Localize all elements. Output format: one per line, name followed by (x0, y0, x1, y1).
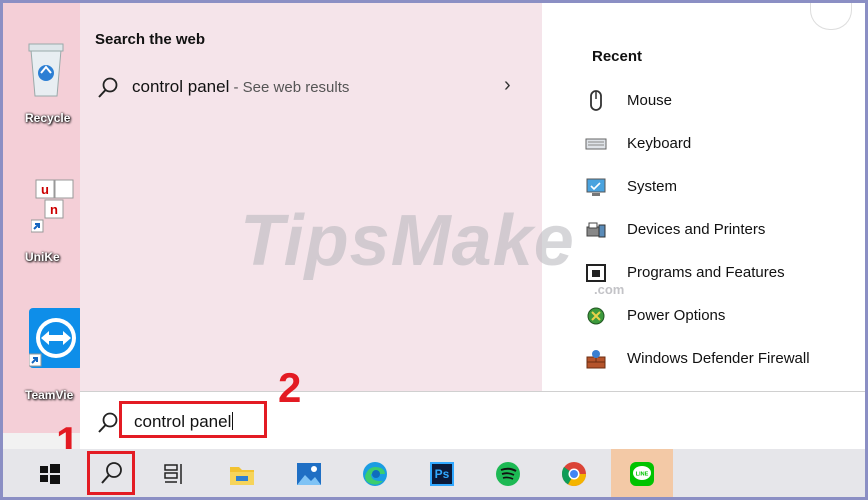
recent-item-label: Programs and Features (627, 264, 785, 281)
recent-item-label: Power Options (627, 307, 726, 324)
unikey-label: UniKe (25, 250, 60, 264)
web-result-suffix: - See web results (229, 79, 350, 96)
search-the-web-heading: Search the web (95, 31, 206, 48)
task-view-icon (164, 464, 182, 484)
line-button[interactable]: LINE (624, 456, 660, 492)
svg-text:n: n (50, 202, 58, 217)
start-button[interactable] (32, 456, 68, 492)
teamviewer-icon (29, 308, 83, 368)
photos-icon (297, 463, 321, 485)
search-icon (98, 77, 118, 98)
system-icon (586, 178, 606, 196)
spotify-icon (496, 462, 520, 486)
photos-button[interactable] (291, 456, 327, 492)
photoshop-icon: Ps (430, 462, 454, 486)
recent-item-label: System (627, 178, 678, 195)
desktop-icon-recycle-bin[interactable]: Recycle (3, 33, 83, 128)
folder-icon (230, 467, 254, 485)
recent-item-keyboard[interactable]: Keyboard (585, 129, 855, 159)
edge-button[interactable] (357, 456, 393, 492)
desktop-icon-teamviewer[interactable]: TeamVie (3, 308, 83, 408)
recent-item-devices-printers[interactable]: Devices and Printers (585, 215, 855, 245)
step-2-annotation: 2 (278, 364, 302, 411)
unikey-icon: u n (31, 179, 74, 233)
recent-item-label: Mouse (627, 92, 673, 109)
firewall-icon (586, 350, 606, 369)
desktop-icon-unikey[interactable]: u n UniKe (3, 178, 83, 268)
power-icon (587, 307, 605, 325)
recent-item-label: Windows Defender Firewall (627, 350, 810, 367)
search-input[interactable]: control panel (119, 401, 267, 438)
recent-item-programs-features[interactable]: Programs and Features (585, 258, 855, 288)
recent-item-firewall[interactable]: Windows Defender Firewall (585, 344, 855, 374)
spotify-button[interactable] (490, 456, 526, 492)
printer-icon (586, 222, 606, 238)
recycle-bin-label: Recycle (25, 111, 71, 125)
chevron-right-icon[interactable]: › (504, 74, 511, 97)
search-icon (101, 462, 122, 484)
svg-text:u: u (41, 182, 49, 197)
watermark: TipsMake (240, 201, 575, 281)
web-result-text: control panel - See web results (132, 77, 349, 97)
chrome-button[interactable] (556, 456, 592, 492)
task-view-button[interactable] (156, 456, 192, 492)
photoshop-button[interactable]: Ps (424, 456, 460, 492)
line-app-icon: LINE (630, 462, 654, 486)
recent-item-system[interactable]: System (585, 172, 855, 202)
recent-item-mouse[interactable]: Mouse (585, 86, 855, 116)
recent-item-label: Devices and Printers (627, 221, 766, 238)
file-explorer-button[interactable] (224, 456, 260, 492)
mouse-icon (590, 90, 602, 111)
edge-icon (363, 462, 387, 486)
chrome-icon (561, 462, 586, 487)
programs-icon (586, 264, 606, 282)
search-icon (98, 412, 118, 433)
desktop: Recycle u n UniKe TeamVie (3, 3, 83, 433)
start-menu-results-pane (80, 3, 542, 391)
recent-item-power-options[interactable]: Power Options (585, 301, 855, 331)
line-app-label: LINE (636, 472, 649, 478)
windows-icon (40, 464, 60, 484)
recycle-bin-icon (28, 43, 64, 97)
web-result-row[interactable]: control panel - See web results › (80, 68, 542, 108)
keyboard-icon (585, 138, 607, 150)
taskbar-search-button[interactable] (87, 451, 135, 495)
recent-item-label: Keyboard (627, 135, 692, 152)
recent-heading: Recent (592, 48, 643, 65)
web-result-query: control panel (132, 77, 230, 96)
teamviewer-label: TeamVie (25, 388, 74, 402)
search-input-value: control panel (134, 412, 234, 431)
